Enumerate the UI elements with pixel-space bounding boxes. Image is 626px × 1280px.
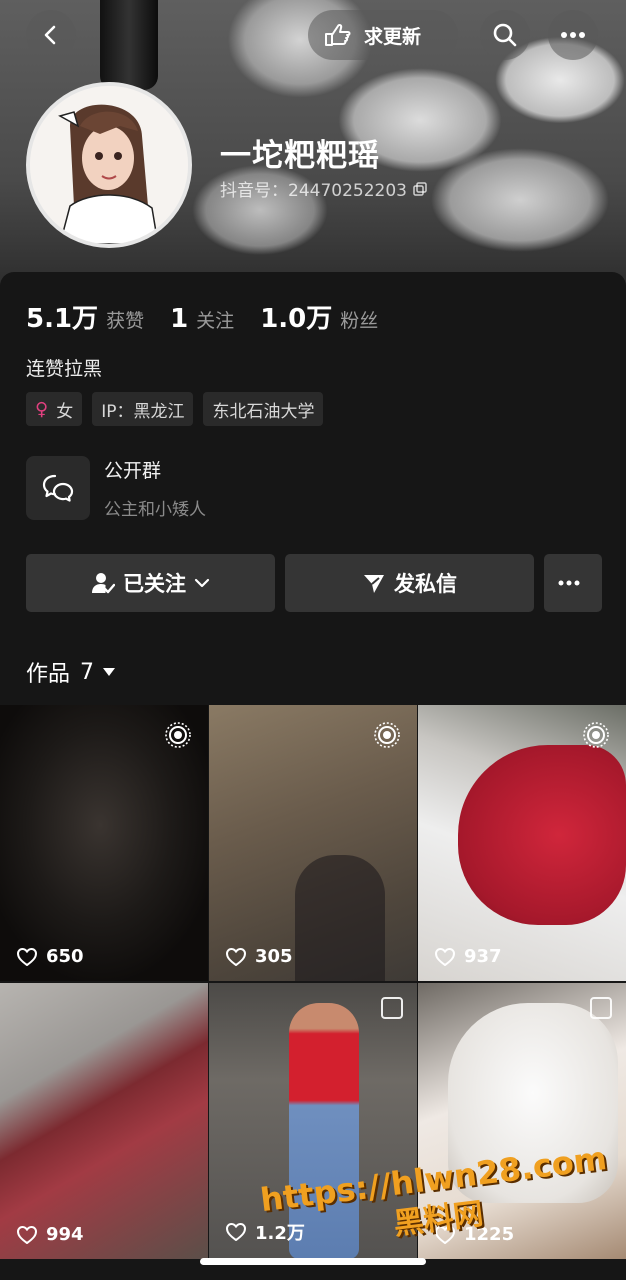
heart-icon <box>226 947 246 966</box>
select-checkbox[interactable] <box>590 997 612 1019</box>
video-likes: 994 <box>16 1224 84 1245</box>
gender-tag: ♀ 女 <box>26 392 83 426</box>
chevron-left-icon <box>44 25 56 45</box>
chevron-down-icon <box>194 578 210 588</box>
video-likes: 937 <box>434 946 502 967</box>
video-thumbnail-subject <box>458 745 626 925</box>
copy-icon[interactable] <box>413 181 427 196</box>
request-update-button[interactable]: 求更新 <box>308 10 458 60</box>
female-icon: ♀ <box>35 398 49 420</box>
heart-icon <box>435 947 455 966</box>
public-group-entry[interactable]: 公开群 公主和小矮人 <box>26 456 206 520</box>
following-button[interactable]: 已关注 <box>26 554 275 612</box>
heart-icon <box>17 947 37 966</box>
send-message-button[interactable]: 发私信 <box>285 554 534 612</box>
group-text: 公开群 公主和小矮人 <box>104 456 206 520</box>
stat-label: 粉丝 <box>340 310 379 332</box>
video-tile[interactable]: 937 <box>418 705 626 981</box>
group-chat-icon <box>42 474 74 502</box>
stats-row: 5.1万 获赞 1 关注 1.0万 粉丝 <box>26 298 404 335</box>
stat-likes[interactable]: 5.1万 获赞 <box>26 298 144 335</box>
video-likes: 650 <box>16 946 84 967</box>
action-buttons: 已关注 发私信 <box>26 554 602 612</box>
video-likes: 305 <box>225 946 293 967</box>
works-label: 作品 <box>26 662 71 687</box>
ip-location-tag: IP：黑龙江 <box>92 392 194 426</box>
works-tab[interactable]: 作品 7 <box>26 656 116 688</box>
stat-value: 1 <box>170 304 189 334</box>
home-indicator[interactable] <box>200 1258 426 1265</box>
bio-text: 连赞拉黑 <box>26 358 103 380</box>
heart-icon <box>17 1225 37 1244</box>
school-tag[interactable]: 东北石油大学 <box>203 392 324 426</box>
works-count: 7 <box>80 659 95 685</box>
request-update-label: 求更新 <box>364 25 422 48</box>
stat-value: 1.0万 <box>260 304 333 334</box>
gender-label: 女 <box>56 401 74 422</box>
following-label: 已关注 <box>123 572 186 596</box>
douyin-id-text: 抖音号：24470252203 <box>220 181 407 201</box>
user-check-icon <box>92 573 115 594</box>
nickname: 一坨粑粑瑶 <box>220 138 380 174</box>
avatar-illustration <box>30 86 188 244</box>
more-options-button[interactable] <box>548 10 598 60</box>
live-photo-icon <box>583 722 609 748</box>
stat-following[interactable]: 1 关注 <box>170 304 234 334</box>
stat-value: 5.1万 <box>26 304 99 334</box>
send-icon <box>364 575 384 593</box>
select-checkbox[interactable] <box>381 997 403 1019</box>
stat-label: 获赞 <box>106 310 145 332</box>
video-tile[interactable]: 994 <box>0 983 208 1259</box>
hand-point-icon <box>325 23 351 46</box>
search-icon <box>493 23 517 47</box>
likes-count: 305 <box>255 946 293 967</box>
video-tile[interactable]: 650 <box>0 705 208 981</box>
send-message-label: 发私信 <box>394 572 457 596</box>
more-dots-icon <box>561 32 585 38</box>
live-photo-icon <box>165 722 191 748</box>
banner-bottle-image <box>100 0 158 90</box>
profile-tags: ♀ 女 IP：黑龙江 东北石油大学 <box>26 392 333 426</box>
douyin-id[interactable]: 抖音号：24470252203 <box>220 176 427 201</box>
live-photo-icon <box>374 722 400 748</box>
caret-down-icon <box>103 668 116 676</box>
back-button[interactable] <box>26 10 76 60</box>
likes-count: 994 <box>46 1224 84 1245</box>
search-button[interactable] <box>480 10 530 60</box>
likes-count: 937 <box>464 946 502 967</box>
group-chat-icon-box <box>26 456 90 520</box>
stat-followers[interactable]: 1.0万 粉丝 <box>260 298 378 335</box>
stat-label: 关注 <box>196 310 235 332</box>
video-thumbnail-subject <box>295 855 385 981</box>
more-dots-icon <box>558 580 580 586</box>
group-title: 公开群 <box>104 460 162 482</box>
avatar[interactable] <box>26 82 192 248</box>
video-tile[interactable]: 305 <box>209 705 417 981</box>
more-actions-button[interactable] <box>544 554 602 612</box>
likes-count: 650 <box>46 946 84 967</box>
profile-card: 5.1万 获赞 1 关注 1.0万 粉丝 连赞拉黑 ♀ 女 IP：黑龙江 东北石… <box>0 272 626 704</box>
group-subtitle: 公主和小矮人 <box>104 500 206 520</box>
heart-icon <box>226 1223 246 1241</box>
